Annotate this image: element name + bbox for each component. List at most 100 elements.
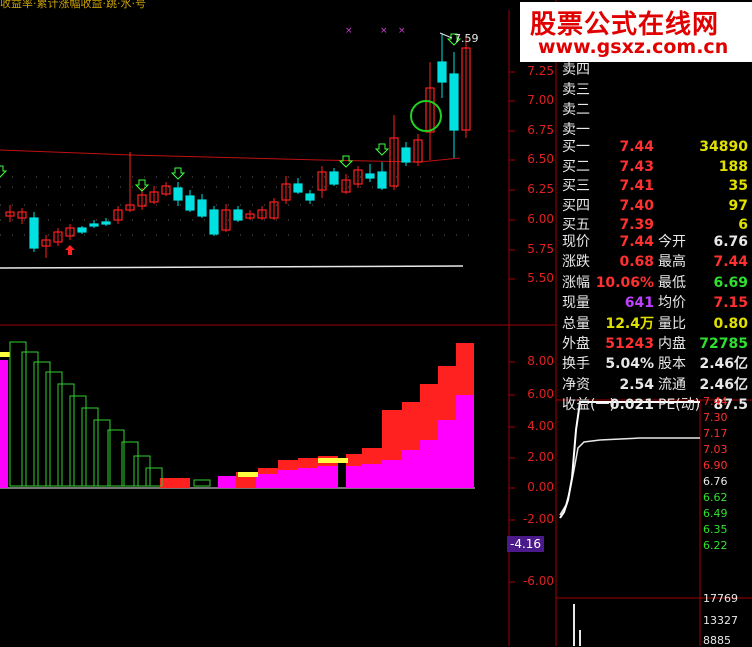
indicator-cap-yellow xyxy=(0,352,10,357)
intraday-price-label: 6.35 xyxy=(703,523,728,536)
candle-body xyxy=(101,221,111,225)
intraday-volume-label: 13327 xyxy=(703,614,738,627)
stat-label-1: 外盘 xyxy=(562,336,590,352)
intraday-avg-line xyxy=(559,437,700,516)
stat-value-2: 7.15 xyxy=(713,295,748,312)
indicator-cap-yellow xyxy=(318,458,348,463)
buy-level-volume: 97 xyxy=(728,197,748,214)
indicator-bar-red xyxy=(278,460,298,470)
candle-body xyxy=(209,209,219,235)
price-axis-label: 5.50 xyxy=(527,271,554,285)
intraday-price-label: 7.03 xyxy=(703,443,728,456)
stat-row: 现价 7.44 今开 6.76 xyxy=(560,232,752,253)
sell-signal-arrow xyxy=(0,165,8,178)
price-axis-label: 6.75 xyxy=(527,123,554,137)
buy-level-row[interactable]: 买一 7.44 34890 xyxy=(560,137,752,157)
marker-x: × xyxy=(345,26,353,36)
indicator-bar-red xyxy=(420,384,438,440)
stat-label-1: 总量 xyxy=(562,315,590,332)
stock-terminal: 收益率·累计涨幅收益·跳·水·号 × × × 7.59 股票公式在线网 www.gsx… xyxy=(0,0,752,647)
stat-label-1: 涨幅 xyxy=(562,274,590,291)
buy-level-price: 7.40 xyxy=(619,197,654,214)
indicator-axis-label: -4.16 xyxy=(507,536,545,552)
indicator-box-green xyxy=(45,371,63,487)
candle-body xyxy=(173,187,183,201)
indicator-bar-magenta xyxy=(362,464,382,488)
indicator-bar-magenta xyxy=(218,476,238,488)
candle-body xyxy=(365,173,375,179)
price-axis-label: 7.25 xyxy=(527,64,554,78)
stat-row: 换手 5.04% 股本 2.46亿 xyxy=(560,354,752,375)
stat-label-1: 换手 xyxy=(562,356,590,373)
stat-value-2: 6.76 xyxy=(713,234,748,250)
stat-row: 净资 2.54 流通 2.46亿 xyxy=(560,375,752,396)
stat-row: 现量 641 均价 7.15 xyxy=(560,293,752,314)
stat-value-1: 641 xyxy=(624,295,654,312)
stat-label-1: 收益(一) xyxy=(562,397,615,414)
indicator-bar-red xyxy=(160,478,190,488)
candle-body xyxy=(449,73,459,131)
stat-label-2: 量比 xyxy=(658,315,686,332)
candle-body xyxy=(401,147,411,163)
candle-body xyxy=(233,209,243,221)
buy-level-price: 7.43 xyxy=(619,158,654,175)
intraday-price-label: 6.62 xyxy=(703,491,728,504)
buy-signal-arrow xyxy=(65,245,75,255)
stat-label-2: 最高 xyxy=(658,254,686,271)
indicator-box-green xyxy=(33,361,51,487)
indicator-bar-magenta xyxy=(346,466,362,488)
buy-level-row[interactable]: 买三 7.41 35 xyxy=(560,176,752,196)
indicator-axis-label: 4.00 xyxy=(527,419,554,433)
stat-label-1: 涨跌 xyxy=(562,254,590,271)
sell-signal-arrow xyxy=(170,167,186,180)
high-price-label: 7.59 xyxy=(454,32,479,45)
indicator-bar-magenta xyxy=(382,460,402,488)
price-axis-label: 7.00 xyxy=(527,93,554,107)
indicator-box-green xyxy=(133,455,151,487)
indicator-bar-magenta xyxy=(438,420,456,488)
indicator-box-green xyxy=(69,395,87,487)
stat-value-2: 6.69 xyxy=(713,274,748,291)
stat-value-2: 2.46亿 xyxy=(699,356,748,373)
indicator-bar-magenta xyxy=(318,466,338,488)
indicator-box-green xyxy=(145,467,163,487)
stat-value-1: 0.021 xyxy=(609,397,654,414)
watermark-url: www.gsxz.com.cn xyxy=(538,36,729,58)
sell-signal-arrow xyxy=(374,143,390,156)
stat-label-2: 流通 xyxy=(658,376,686,393)
stat-value-2: 72785 xyxy=(699,336,748,352)
buy-level-label: 买四 xyxy=(562,197,590,214)
indicator-cap-yellow xyxy=(238,472,258,477)
buy-level-volume: 188 xyxy=(718,158,748,175)
buy-level-row[interactable]: 买四 7.40 97 xyxy=(560,196,752,216)
marker-x: × xyxy=(380,26,388,36)
indicator-box-green xyxy=(21,351,39,487)
indicator-axis-label: -6.00 xyxy=(522,574,554,588)
stat-value-2: 7.44 xyxy=(713,254,748,271)
stat-label-2: 今开 xyxy=(658,234,686,250)
price-axis-label: 6.50 xyxy=(527,152,554,166)
sell-level-label: 卖二 xyxy=(562,102,590,118)
indicator-axis-label: 0.00 xyxy=(527,480,554,494)
buy-level-volume: 35 xyxy=(728,178,748,194)
intraday-price-label: 7.30 xyxy=(703,411,728,424)
candle-body xyxy=(197,199,207,217)
buy-level-label: 买二 xyxy=(562,158,590,175)
indicator-box-green xyxy=(9,341,27,487)
buy-level-volume: 34890 xyxy=(699,139,748,155)
candle-body xyxy=(437,61,447,83)
stat-row: 总量 12.4万 量比 0.80 xyxy=(560,314,752,335)
indicator-box-green xyxy=(193,479,211,487)
watermark-logo: 股票公式在线网 www.gsxz.com.cn xyxy=(520,2,752,62)
stat-label-2: 最低 xyxy=(658,274,686,291)
buy-level-row[interactable]: 买二 7.43 188 xyxy=(560,157,752,177)
intraday-price-label: 6.90 xyxy=(703,459,728,472)
stat-label-2: 股本 xyxy=(658,356,686,373)
buy-level-label: 买三 xyxy=(562,178,590,194)
candle-body xyxy=(305,193,315,201)
sell-level-label: 卖四 xyxy=(562,62,590,78)
stat-value-1: 7.44 xyxy=(619,234,654,250)
intraday-price-label: 7.17 xyxy=(703,427,728,440)
stat-label-1: 现量 xyxy=(562,295,590,312)
buy-level-price: 7.44 xyxy=(619,139,654,155)
